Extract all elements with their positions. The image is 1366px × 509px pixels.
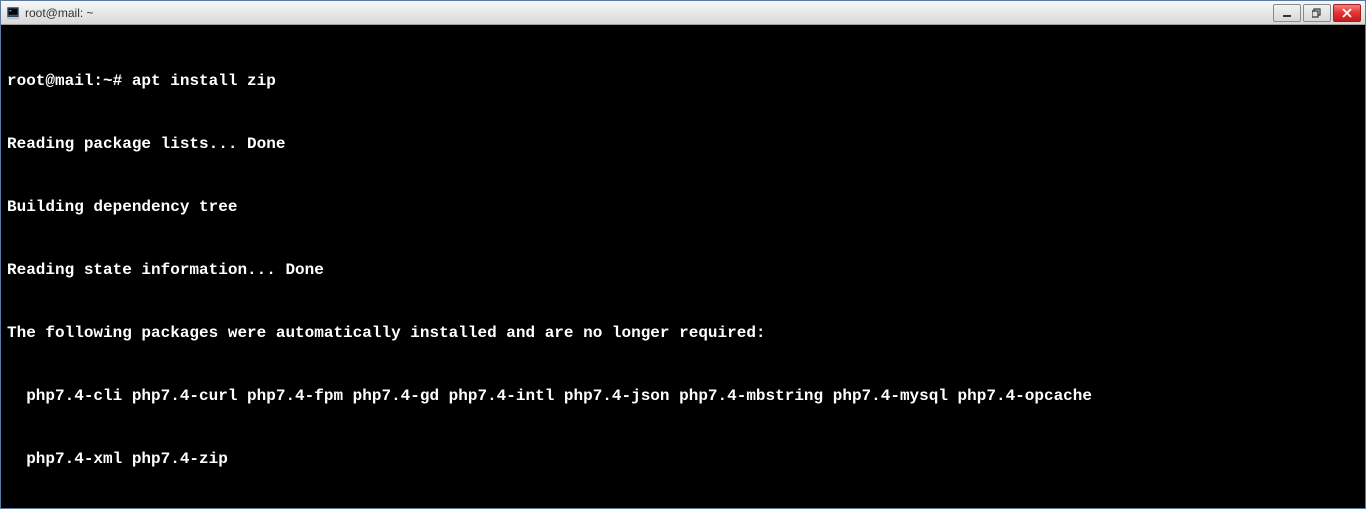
- minimize-button[interactable]: [1273, 4, 1301, 22]
- output-line: Reading state information... Done: [7, 260, 1359, 281]
- terminal-area[interactable]: root@mail:~# apt install zip Reading pac…: [1, 25, 1365, 508]
- maximize-button[interactable]: [1303, 4, 1331, 22]
- window-controls: [1273, 4, 1361, 22]
- output-line: php7.4-xml php7.4-zip: [7, 449, 1359, 470]
- window-title: root@mail: ~: [25, 6, 1273, 20]
- putty-icon: [5, 5, 21, 21]
- window-titlebar[interactable]: root@mail: ~: [1, 1, 1365, 25]
- output-line: php7.4-cli php7.4-curl php7.4-fpm php7.4…: [7, 386, 1359, 407]
- command-line: root@mail:~# apt install zip: [7, 71, 1359, 92]
- close-button[interactable]: [1333, 4, 1361, 22]
- output-line: The following packages were automaticall…: [7, 323, 1359, 344]
- putty-window: root@mail: ~ root@mail:~# apt install zi…: [0, 0, 1366, 509]
- output-line: Reading package lists... Done: [7, 134, 1359, 155]
- output-line: Building dependency tree: [7, 197, 1359, 218]
- shell-prompt: root@mail:~#: [7, 72, 132, 90]
- command-text: apt install zip: [132, 72, 276, 90]
